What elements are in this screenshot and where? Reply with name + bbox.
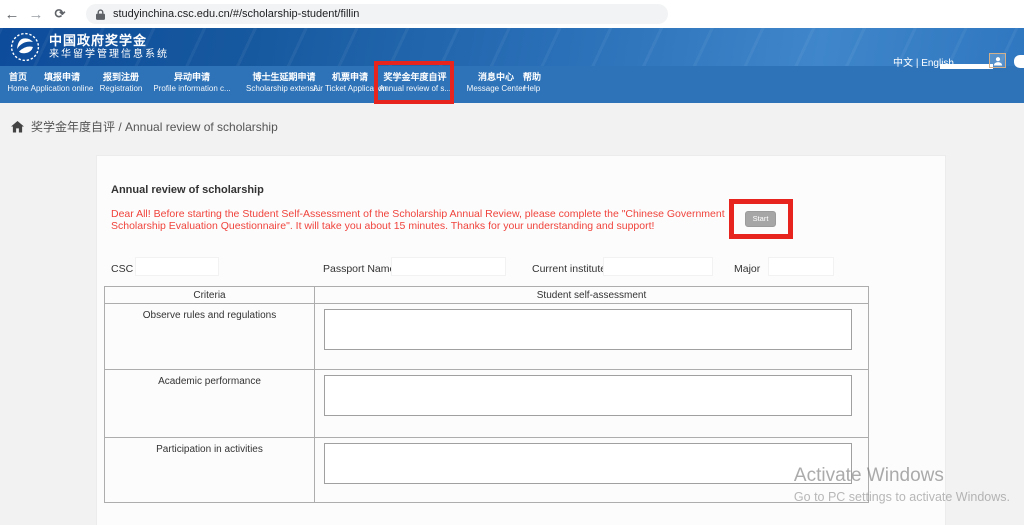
browser-back-icon[interactable]: ← — [0, 6, 24, 23]
browser-reload-icon[interactable]: ⟳ — [48, 6, 72, 22]
breadcrumb: 奖学金年度自评 / Annual review of scholarship — [11, 118, 278, 135]
user-icon — [993, 56, 1003, 66]
nav-tab-home[interactable]: 首页Home — [7, 72, 28, 94]
table-row: Observe rules and regulations — [105, 304, 868, 370]
table-header-row: Criteria Student self-assessment — [105, 287, 868, 304]
brand-subtitle: 来华留学管理信息系统 — [49, 48, 169, 61]
criteria-participation-activities: Participation in activities — [105, 438, 315, 502]
current-institute-label: Current institute — [532, 263, 606, 275]
home-icon — [11, 121, 24, 133]
nav-tab-profile-information[interactable]: 异动申请Profile information c... — [153, 72, 230, 94]
csc-no-value[interactable] — [135, 257, 219, 276]
notice-text: Dear All! Before starting the Student Se… — [111, 209, 739, 232]
criteria-observe-rules: Observe rules and regulations — [105, 304, 315, 369]
csc-logo-icon — [10, 32, 40, 62]
self-assessment-table: Criteria Student self-assessment Observe… — [104, 286, 869, 503]
csc-logo: 中国政府奖学金 来华留学管理信息系统 — [10, 32, 169, 62]
criteria-academic-performance: Academic performance — [105, 370, 315, 437]
nav-tab-message-center[interactable]: 消息中心Message Center — [467, 72, 526, 94]
chat-bubble-icon — [1014, 55, 1024, 68]
breadcrumb-text: 奖学金年度自评 / Annual review of scholarship — [31, 118, 278, 135]
table-row: Academic performance — [105, 370, 868, 438]
nav-tab-scholarship-extension[interactable]: 博士生延期申请Scholarship extensi... — [246, 72, 322, 94]
passport-name-value[interactable] — [391, 257, 506, 276]
annotation-box-start-button — [729, 199, 793, 239]
current-institute-value[interactable] — [603, 257, 713, 276]
major-label: Major — [734, 263, 760, 275]
user-account-button[interactable] — [989, 53, 1006, 68]
nav-tab-help[interactable]: 帮助Help — [523, 72, 541, 94]
url-text: studyinchina.csc.edu.cn/#/scholarship-st… — [113, 8, 359, 20]
participation-activities-textarea[interactable] — [324, 443, 852, 484]
brand-title: 中国政府奖学金 — [49, 33, 169, 48]
address-bar[interactable]: studyinchina.csc.edu.cn/#/scholarship-st… — [86, 4, 668, 24]
screen: ← → ⟳ studyinchina.csc.edu.cn/#/scholars… — [0, 0, 1024, 525]
table-row: Participation in activities — [105, 438, 868, 502]
passport-name-label: Passport Name — [323, 263, 395, 275]
observe-rules-textarea[interactable] — [324, 309, 852, 350]
section-title: Annual review of scholarship — [111, 184, 264, 196]
nav-tab-registration[interactable]: 报到注册Registration — [100, 72, 143, 94]
main-navbar: 首页Home 填报申请Application online 报到注册Regist… — [0, 66, 1024, 103]
browser-toolbar: ← → ⟳ studyinchina.csc.edu.cn/#/scholars… — [0, 0, 1024, 28]
lock-icon — [96, 9, 105, 20]
criteria-header: Criteria — [105, 287, 315, 303]
language-underline — [940, 64, 993, 69]
brand-text: 中国政府奖学金 来华留学管理信息系统 — [49, 33, 169, 61]
site-header: 中国政府奖学金 来华留学管理信息系统 中文 | English — [0, 28, 1024, 66]
browser-forward-icon[interactable]: → — [24, 6, 48, 23]
major-value[interactable] — [768, 257, 834, 276]
academic-performance-textarea[interactable] — [324, 375, 852, 416]
assessment-header: Student self-assessment — [315, 287, 868, 303]
annotation-box-nav-tab — [374, 61, 454, 104]
nav-tab-application-online[interactable]: 填报申请Application online — [31, 72, 94, 94]
content-panel: Annual review of scholarship Dear All! B… — [96, 155, 946, 525]
